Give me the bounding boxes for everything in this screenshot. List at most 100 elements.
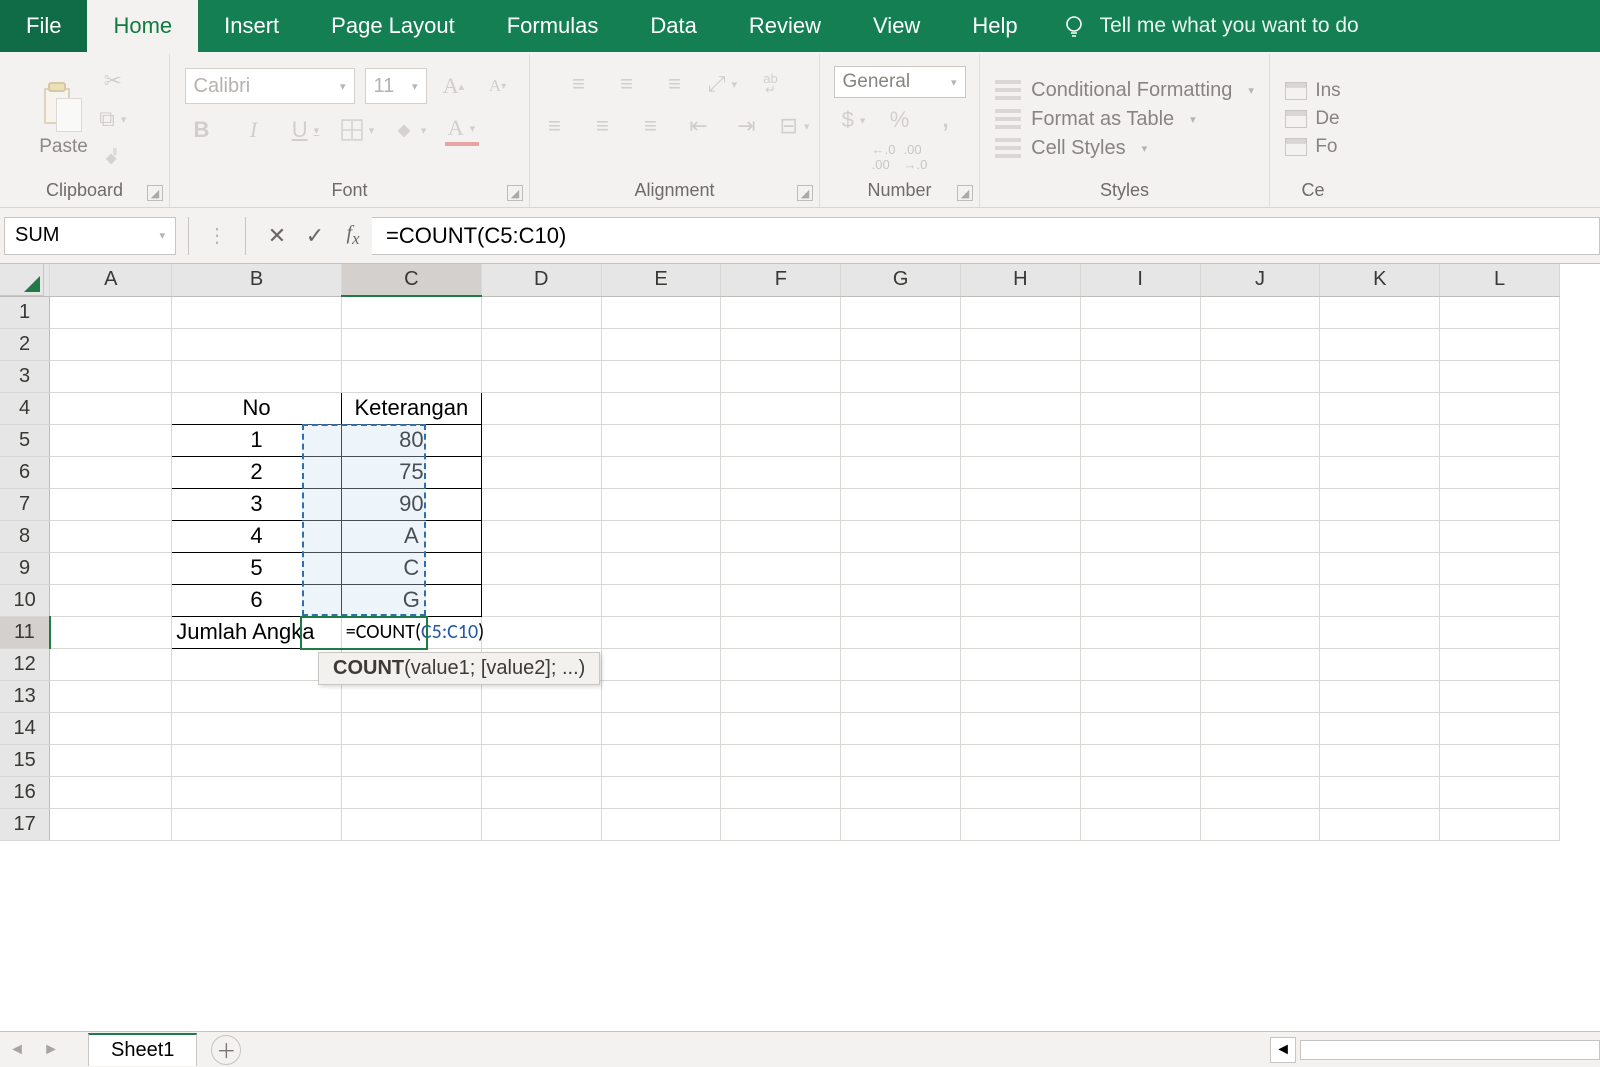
cell-J17[interactable] <box>1200 808 1320 840</box>
cell-F16[interactable] <box>721 776 841 808</box>
cell-L4[interactable] <box>1440 392 1560 424</box>
cell-L6[interactable] <box>1440 456 1560 488</box>
row-header-12[interactable]: 12 <box>0 648 50 680</box>
cell-A13[interactable] <box>50 680 172 712</box>
cell-F4[interactable] <box>721 392 841 424</box>
cell-C1[interactable] <box>341 296 481 328</box>
col-header-L[interactable]: L <box>1440 264 1560 296</box>
cell-L13[interactable] <box>1440 680 1560 712</box>
cell-H5[interactable] <box>961 424 1081 456</box>
conditional-formatting-button[interactable]: Conditional Formatting▾ <box>995 79 1254 102</box>
cell-J7[interactable] <box>1200 488 1320 520</box>
wrap-text-icon[interactable]: ab↵ <box>754 68 788 100</box>
cell-E12[interactable] <box>601 648 721 680</box>
cell-H3[interactable] <box>961 360 1081 392</box>
cell-D14[interactable] <box>481 712 601 744</box>
bold-icon[interactable]: B <box>185 114 219 146</box>
cell-E4[interactable] <box>601 392 721 424</box>
cell-K4[interactable] <box>1320 392 1440 424</box>
cell-G12[interactable] <box>841 648 961 680</box>
cell-H11[interactable] <box>961 616 1081 648</box>
cell-K16[interactable] <box>1320 776 1440 808</box>
cell-F8[interactable] <box>721 520 841 552</box>
cell-J16[interactable] <box>1200 776 1320 808</box>
align-bottom-icon[interactable]: ≡ <box>658 68 692 100</box>
cell-I12[interactable] <box>1080 648 1200 680</box>
cell-A7[interactable] <box>50 488 172 520</box>
cell-C5[interactable]: 80 <box>341 424 481 456</box>
align-top-icon[interactable]: ≡ <box>562 68 596 100</box>
cell-J5[interactable] <box>1200 424 1320 456</box>
cell-H17[interactable] <box>961 808 1081 840</box>
tab-data[interactable]: Data <box>624 0 722 52</box>
row-header-4[interactable]: 4 <box>0 392 50 424</box>
cell-J8[interactable] <box>1200 520 1320 552</box>
cell-A16[interactable] <box>50 776 172 808</box>
number-dialog-launcher[interactable]: ◢ <box>957 185 973 201</box>
cell-F5[interactable] <box>721 424 841 456</box>
cell-D1[interactable] <box>481 296 601 328</box>
cell-K14[interactable] <box>1320 712 1440 744</box>
cell-E10[interactable] <box>601 584 721 616</box>
cell-F2[interactable] <box>721 328 841 360</box>
cell-C16[interactable] <box>341 776 481 808</box>
cell-I4[interactable] <box>1080 392 1200 424</box>
cell-A3[interactable] <box>50 360 172 392</box>
cell-A15[interactable] <box>50 744 172 776</box>
cell-K17[interactable] <box>1320 808 1440 840</box>
decrease-indent-icon[interactable]: ⇤ <box>682 110 716 142</box>
cell-I13[interactable] <box>1080 680 1200 712</box>
cell-A8[interactable] <box>50 520 172 552</box>
cell-K10[interactable] <box>1320 584 1440 616</box>
cell-B16[interactable] <box>172 776 342 808</box>
cell-H15[interactable] <box>961 744 1081 776</box>
tab-insert[interactable]: Insert <box>198 0 305 52</box>
row-header-10[interactable]: 10 <box>0 584 50 616</box>
paste-button[interactable]: Paste <box>39 136 88 158</box>
cell-C4[interactable]: Keterangan <box>341 392 481 424</box>
row-header-7[interactable]: 7 <box>0 488 50 520</box>
cell-B3[interactable] <box>172 360 342 392</box>
cell-I17[interactable] <box>1080 808 1200 840</box>
cell-H4[interactable] <box>961 392 1081 424</box>
col-header-G[interactable]: G <box>841 264 961 296</box>
cell-E3[interactable] <box>601 360 721 392</box>
cell-E15[interactable] <box>601 744 721 776</box>
cell-A9[interactable] <box>50 552 172 584</box>
cell-L16[interactable] <box>1440 776 1560 808</box>
percent-format-icon[interactable]: % <box>883 104 917 136</box>
cell-E13[interactable] <box>601 680 721 712</box>
sheet-nav-next[interactable]: ► <box>34 1034 68 1066</box>
cell-I8[interactable] <box>1080 520 1200 552</box>
row-header-13[interactable]: 13 <box>0 680 50 712</box>
cell-B2[interactable] <box>172 328 342 360</box>
spreadsheet-grid[interactable]: A B C D E F G H I J K L 1234NoKeterangan… <box>0 264 1600 1031</box>
cell-J11[interactable] <box>1200 616 1320 648</box>
cell-K2[interactable] <box>1320 328 1440 360</box>
cell-D16[interactable] <box>481 776 601 808</box>
cell-E7[interactable] <box>601 488 721 520</box>
row-header-9[interactable]: 9 <box>0 552 50 584</box>
row-header-16[interactable]: 16 <box>0 776 50 808</box>
row-header-14[interactable]: 14 <box>0 712 50 744</box>
cell-styles-button[interactable]: Cell Styles▾ <box>995 137 1147 160</box>
underline-icon[interactable]: U▾ <box>289 114 323 146</box>
fill-color-icon[interactable]: ▾ <box>393 114 427 146</box>
cell-G8[interactable] <box>841 520 961 552</box>
italic-icon[interactable]: I <box>237 114 271 146</box>
cell-J12[interactable] <box>1200 648 1320 680</box>
tab-home[interactable]: Home <box>87 0 198 52</box>
cell-C15[interactable] <box>341 744 481 776</box>
cell-J1[interactable] <box>1200 296 1320 328</box>
formula-input[interactable]: =COUNT(C5:C10) <box>372 217 1600 255</box>
format-as-table-button[interactable]: Format as Table▾ <box>995 108 1196 131</box>
cell-H13[interactable] <box>961 680 1081 712</box>
cell-C2[interactable] <box>341 328 481 360</box>
cell-F6[interactable] <box>721 456 841 488</box>
cell-D15[interactable] <box>481 744 601 776</box>
cell-H14[interactable] <box>961 712 1081 744</box>
col-header-A[interactable]: A <box>50 264 172 296</box>
cell-L15[interactable] <box>1440 744 1560 776</box>
cell-J15[interactable] <box>1200 744 1320 776</box>
cell-G1[interactable] <box>841 296 961 328</box>
